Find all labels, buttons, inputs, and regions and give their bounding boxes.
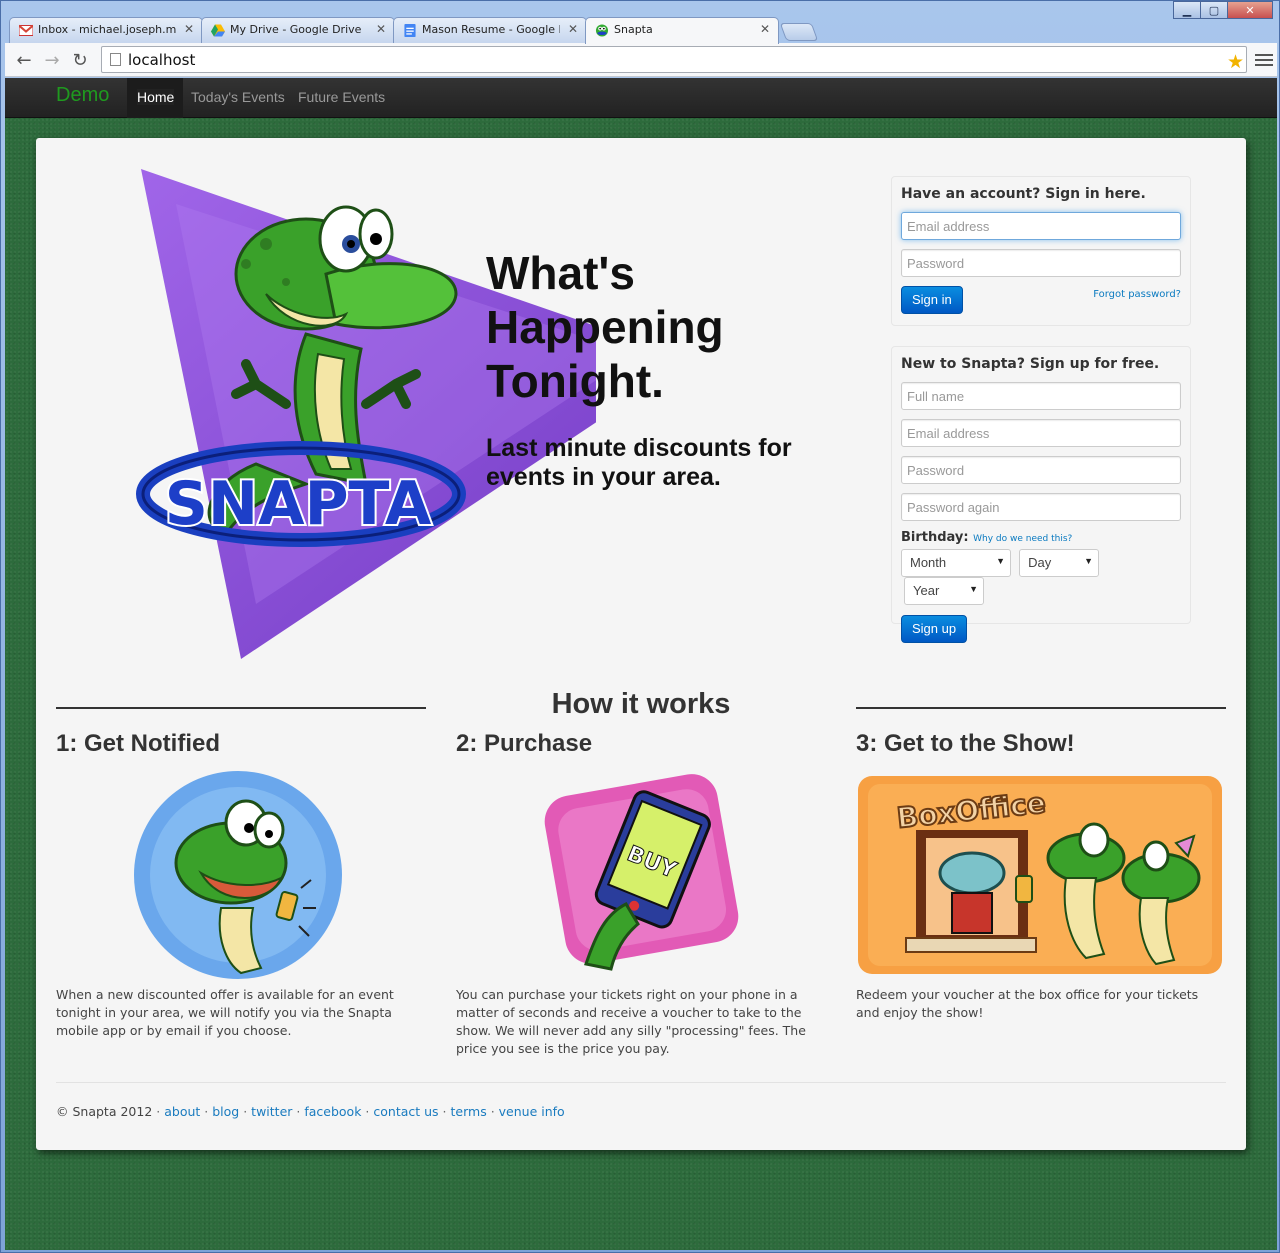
birth-day-select[interactable]: Day ▼ xyxy=(1019,549,1100,577)
dropdown-caret-icon: ▼ xyxy=(969,584,978,594)
tab-title: Mason Resume - Google Driv xyxy=(422,23,560,36)
footer-link-blog[interactable]: blog xyxy=(212,1104,239,1119)
url-text: localhost xyxy=(128,51,196,69)
step-3-title: 3: Get to the Show! xyxy=(856,730,1075,757)
page-viewport: Demo Home Today's Events Future Events S… xyxy=(5,78,1277,1250)
signin-email-input[interactable] xyxy=(901,212,1181,240)
signin-button[interactable]: Sign in xyxy=(901,286,963,314)
hero-subheading: Last minute discounts for events in your… xyxy=(486,434,792,491)
forgot-password-link[interactable]: Forgot password? xyxy=(1093,289,1181,300)
birthday-selects: Month ▼ Day ▼ Year ▼ xyxy=(901,549,1181,605)
signin-password-input[interactable] xyxy=(901,249,1181,277)
nav-home[interactable]: Home xyxy=(137,89,175,105)
step-2-title: 2: Purchase xyxy=(456,730,593,757)
snapta-logo-text: SNAPTA xyxy=(165,469,432,539)
page-icon xyxy=(110,53,121,66)
birth-month-value: Month xyxy=(910,555,947,570)
tab-title: Inbox - michael.joseph.maso xyxy=(38,23,176,36)
close-tab-icon[interactable]: ✕ xyxy=(376,22,386,36)
how-it-works-title: How it works xyxy=(551,688,731,720)
google-docs-icon xyxy=(404,24,416,37)
signup-email-input[interactable] xyxy=(901,419,1181,447)
box-office-illustration: BoxOffice xyxy=(858,776,1222,974)
signup-form: New to Snapta? Sign up for free. Birthda… xyxy=(891,346,1191,643)
signup-password-again-input[interactable] xyxy=(901,493,1181,521)
step-1-text: When a new discounted offer is available… xyxy=(56,987,394,1038)
footer-link-contact-us[interactable]: contact us xyxy=(373,1104,438,1119)
birthday-label: Birthday: xyxy=(901,530,969,545)
birth-month-select[interactable]: Month ▼ xyxy=(901,549,1011,577)
signup-button[interactable]: Sign up xyxy=(901,615,968,643)
snapta-mascot-logo: SNAPTA xyxy=(136,169,596,659)
new-tab-button[interactable] xyxy=(779,23,819,41)
signin-title: Have an account? Sign in here. xyxy=(901,186,1146,202)
step-3-text: Redeem your voucher at the box office fo… xyxy=(856,987,1199,1020)
footer-link-terms[interactable]: terms xyxy=(451,1104,487,1119)
notified-mascot-illustration xyxy=(134,771,342,979)
tab-google-drive[interactable]: My Drive - Google Drive ✕ xyxy=(201,17,395,43)
nav-todays-events[interactable]: Today's Events xyxy=(191,89,285,105)
footer-link-about[interactable]: about xyxy=(164,1104,200,1119)
birth-year-select[interactable]: Year ▼ xyxy=(904,577,984,605)
site-footer: © Snapta 2012 · about · blog · twitter ·… xyxy=(56,1104,565,1119)
window-controls: ▁ ▢ ✕ xyxy=(1173,1,1273,19)
minimize-button[interactable]: ▁ xyxy=(1173,1,1201,19)
close-tab-icon[interactable]: ✕ xyxy=(568,22,578,36)
tab-google-docs-resume[interactable]: Mason Resume - Google Driv ✕ xyxy=(393,17,587,43)
dropdown-caret-icon: ▼ xyxy=(1084,556,1094,566)
step-1-title: 1: Get Notified xyxy=(56,730,221,757)
close-tab-icon[interactable]: ✕ xyxy=(760,22,770,36)
address-bar[interactable]: localhost ★ xyxy=(101,46,1247,73)
tab-snapta[interactable]: Snapta ✕ xyxy=(585,17,779,44)
main-content-card: SNAPTA What's Happening Tonight. Last mi… xyxy=(36,138,1246,1150)
footer-link-twitter[interactable]: twitter xyxy=(251,1104,292,1119)
forward-arrow-icon[interactable]: → xyxy=(41,49,63,71)
back-arrow-icon[interactable]: ← xyxy=(13,49,35,71)
signin-form: Have an account? Sign in here. Sign in F… xyxy=(891,176,1191,326)
close-window-button[interactable]: ✕ xyxy=(1227,1,1273,19)
tab-title: My Drive - Google Drive xyxy=(230,23,362,36)
bookmark-star-icon[interactable]: ★ xyxy=(1227,51,1244,73)
tab-title: Snapta xyxy=(614,23,653,36)
footer-link-facebook[interactable]: facebook xyxy=(304,1104,361,1119)
why-birthday-link[interactable]: Why do we need this? xyxy=(973,534,1072,544)
step-2-text: You can purchase your tickets right on y… xyxy=(456,987,806,1056)
tab-gmail-inbox[interactable]: Inbox - michael.joseph.maso ✕ xyxy=(9,17,203,43)
hero-heading: What's Happening Tonight. xyxy=(486,247,724,407)
reload-icon[interactable]: ↻ xyxy=(69,49,91,71)
footer-divider xyxy=(56,1082,1226,1083)
site-navbar: Demo Home Today's Events Future Events xyxy=(5,78,1277,118)
brand-link[interactable]: Demo xyxy=(56,84,109,107)
footer-link-venue-info[interactable]: venue info xyxy=(499,1104,565,1119)
gmail-icon xyxy=(19,24,33,36)
signup-fullname-input[interactable] xyxy=(901,382,1181,410)
birth-year-value: Year xyxy=(913,583,940,598)
purchase-phone-illustration: BUY xyxy=(544,774,739,971)
maximize-button[interactable]: ▢ xyxy=(1200,1,1228,19)
menu-icon[interactable] xyxy=(1255,51,1273,69)
browser-toolbar: ← → ↻ localhost ★ xyxy=(5,43,1277,77)
close-tab-icon[interactable]: ✕ xyxy=(184,22,194,36)
copyright: © Snapta 2012 xyxy=(56,1104,153,1119)
nav-future-events[interactable]: Future Events xyxy=(298,89,385,105)
birthday-label-row: Birthday: Why do we need this? xyxy=(901,530,1181,545)
signup-password-input[interactable] xyxy=(901,456,1181,484)
birth-day-value: Day xyxy=(1028,555,1052,570)
google-drive-icon xyxy=(211,24,225,37)
signup-title: New to Snapta? Sign up for free. xyxy=(901,356,1160,372)
snapta-icon xyxy=(595,24,609,37)
dropdown-caret-icon: ▼ xyxy=(996,556,1005,566)
browser-window: ▁ ▢ ✕ Inbox - michael.joseph.maso ✕ My D… xyxy=(0,0,1280,1253)
tab-strip: Inbox - michael.joseph.maso ✕ My Drive -… xyxy=(9,17,819,44)
